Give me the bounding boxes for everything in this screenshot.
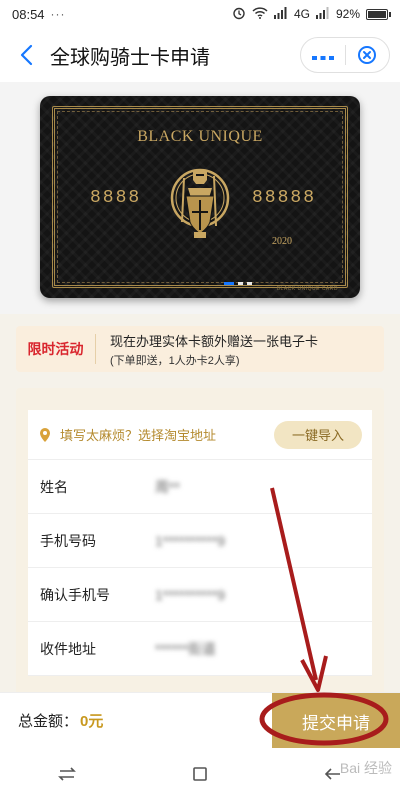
close-button[interactable] [346,45,390,65]
card-brand: BLACK UNIQUE [137,128,263,145]
promo-text: 现在办理实体卡额外赠送一张电子卡 (下单即送，1人办卡2人享) [96,331,318,368]
home-square-icon [193,767,207,781]
name-input[interactable] [155,478,355,495]
watermark: Bai 经验 [339,760,392,776]
knight-emblem-icon [166,156,234,247]
battery-level [368,10,387,18]
promo-tag: 限时活动 [16,334,96,364]
membership-card-image: BLACK UNIQUE 8888 88888 2020 BLACK UNIQU… [40,96,360,298]
phone-label: 手机号码 [40,532,96,549]
location-pin-icon [40,427,50,442]
menu-lines-icon [57,767,76,781]
confirm-phone-label: 确认手机号 [40,586,110,603]
form-row-address: 收件地址 [28,622,372,676]
checkout-bar: 总金额： 0元 提交申请 [0,692,400,749]
name-label: 姓名 [40,478,68,495]
confirm-phone-input[interactable] [155,586,355,603]
more-button[interactable] [301,49,345,61]
chevron-left-icon [20,44,33,66]
promo-main-text: 现在办理实体卡额外赠送一张电子卡 [110,333,319,349]
submit-application-button[interactable]: 提交申请 [272,693,400,749]
page-title: 全球购骑士卡申请 [50,46,210,69]
carousel-indicator [224,282,252,285]
promo-banner: 限时活动 现在办理实体卡额外赠送一张电子卡 (下单即送，1人办卡2人享) [16,326,384,372]
phone-input[interactable] [155,532,355,549]
network-type: 4G [293,7,310,21]
address-input[interactable] [155,640,355,657]
back-button[interactable] [6,35,46,75]
card-number-right: 88888 [252,188,317,208]
application-form-container: 填写太麻烦？选择淘宝地址 一键导入 姓名 手机号码 确认手机号 收件地址 [16,388,384,692]
taobao-address-row: 填写太麻烦？选择淘宝地址 一键导入 [28,410,372,460]
alarm-icon [232,6,246,23]
status-bar: 08:54 ··· 4G 92% [0,0,400,28]
promo-sub-text: (下单即送，1人办卡2人享) [110,354,240,367]
main-content[interactable]: BLACK UNIQUE 8888 88888 2020 BLACK UNIQU… [0,82,400,692]
signal-icon-2 [315,6,330,22]
mini-app-capsule [300,37,390,73]
card-banner[interactable]: BLACK UNIQUE 8888 88888 2020 BLACK UNIQU… [0,82,400,314]
form-row-confirm-phone: 确认手机号 [28,568,372,622]
address-label: 收件地址 [40,640,96,657]
battery-icon [366,8,391,20]
carousel-dot [247,282,252,285]
address-prompt: 填写太麻烦？选择淘宝地址 [60,428,217,443]
status-time: 08:54 [12,6,45,22]
carousel-dot [224,282,234,285]
more-dots-icon [311,56,334,60]
total-value: 0元 [80,713,104,730]
form-row-name: 姓名 [28,460,372,514]
form-row-phone: 手机号码 [28,514,372,568]
battery-percent: 92% [335,7,360,21]
home-nav-button[interactable] [180,754,220,794]
status-notification-dots: ··· [50,7,66,21]
application-form: 填写太麻烦？选择淘宝地址 一键导入 姓名 手机号码 确认手机号 收件地址 [28,410,372,676]
status-right: 4G 92% [232,6,391,23]
total-label: 总金额： [18,713,79,730]
close-circle-icon [358,46,377,64]
card-year: 2020 [272,236,292,247]
one-click-import-button[interactable]: 一键导入 [274,420,362,449]
card-number-left: 8888 [90,188,142,208]
menu-nav-button[interactable] [47,754,87,794]
nav-bar: 全球购骑士卡申请 [0,28,400,82]
carousel-dot [238,282,243,285]
wifi-icon [252,6,268,22]
signal-icon [273,6,288,22]
card-small-print: BLACK UNIQUE CARD [276,286,338,292]
